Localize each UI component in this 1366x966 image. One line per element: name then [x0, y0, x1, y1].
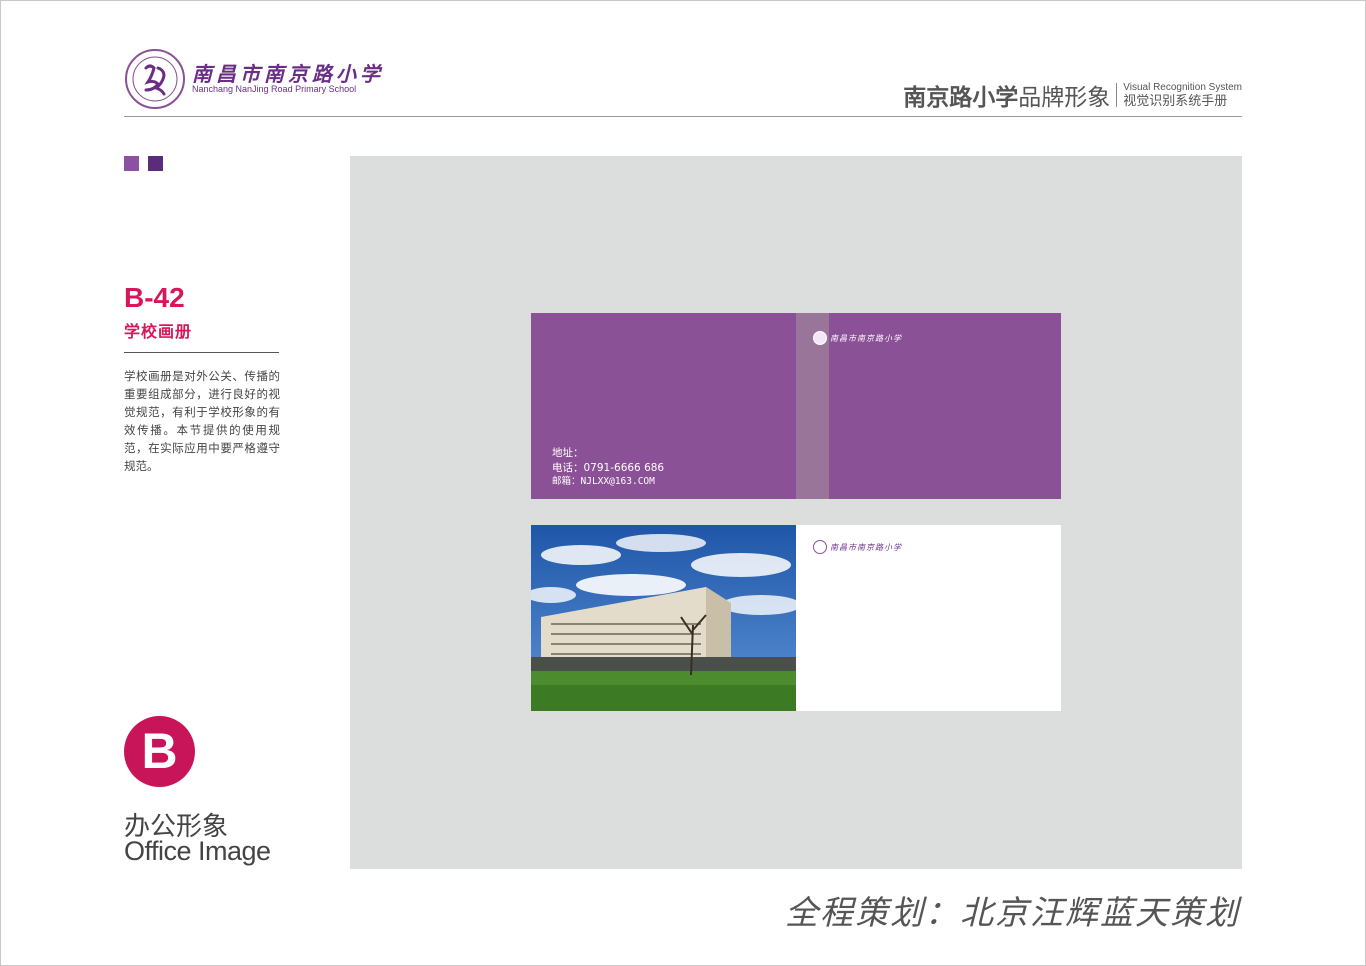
category-name-en: Office Image [124, 836, 271, 866]
category-badge: B [124, 716, 195, 787]
manual-title: 南京路小学品牌形象 Visual Recognition System 视觉识别… [903, 78, 1242, 112]
section-code: B-42 [124, 282, 185, 313]
section-divider [124, 352, 279, 353]
logo-name-en: Nanchang NanJing Road Primary School [192, 84, 357, 94]
decor-square-dark [148, 156, 163, 171]
manual-subtitle-cn: 视觉识别系统手册 [1123, 93, 1228, 109]
decor-square-light [124, 156, 139, 171]
inner-seal-icon [813, 540, 827, 554]
header-divider [124, 116, 1242, 117]
manual-title-rest: 品牌形象 [1018, 85, 1111, 111]
cover-contact-info: 地址： 电话：0791-6666 686 邮箱：NJLXX@163.COM [552, 446, 664, 490]
title-divider [1116, 83, 1118, 107]
school-logo: 南昌市南京路小学 Nanchang NanJing Road Primary S… [124, 48, 394, 112]
section-title: 学校画册 [124, 322, 193, 341]
logo-name-cn: 南昌市南京路小学 [192, 62, 384, 86]
manual-subtitle: Visual Recognition System 视觉识别系统手册 [1123, 81, 1242, 109]
cover-address: 地址： [552, 447, 584, 459]
manual-title-main: 南京路小学品牌形象 [903, 78, 1110, 112]
school-building-photo [531, 525, 796, 711]
cover-phone: 电话：0791-6666 686 [552, 461, 665, 474]
cover-seal-icon [813, 331, 827, 345]
manual-title-bold: 南京路小学 [903, 85, 1019, 111]
brochure-inner-spread: 南昌市南京路小学 [531, 525, 1061, 711]
inner-logo-text: 南昌市南京路小学 [830, 542, 902, 552]
cover-logo-text: 南昌市南京路小学 [830, 333, 902, 343]
manual-subtitle-en: Visual Recognition System [1123, 81, 1242, 93]
brochure-cover: 南昌市南京路小学 地址： 电话：0791-6666 686 邮箱：NJLXX@1… [531, 313, 1061, 499]
cover-email: 邮箱：NJLXX@163.COM [552, 476, 655, 487]
section-description: 学校画册是对外公关、传播的重要组成部分，进行良好的视觉规范，有利于学校形象的有效… [124, 369, 280, 473]
footer-credit: 全程策划：北京汪辉蓝天策划 [785, 893, 1240, 932]
inner-logo: 南昌市南京路小学 [813, 540, 902, 554]
preview-area [350, 156, 1242, 869]
cover-logo: 南昌市南京路小学 [813, 331, 902, 345]
school-seal-icon [125, 49, 185, 109]
